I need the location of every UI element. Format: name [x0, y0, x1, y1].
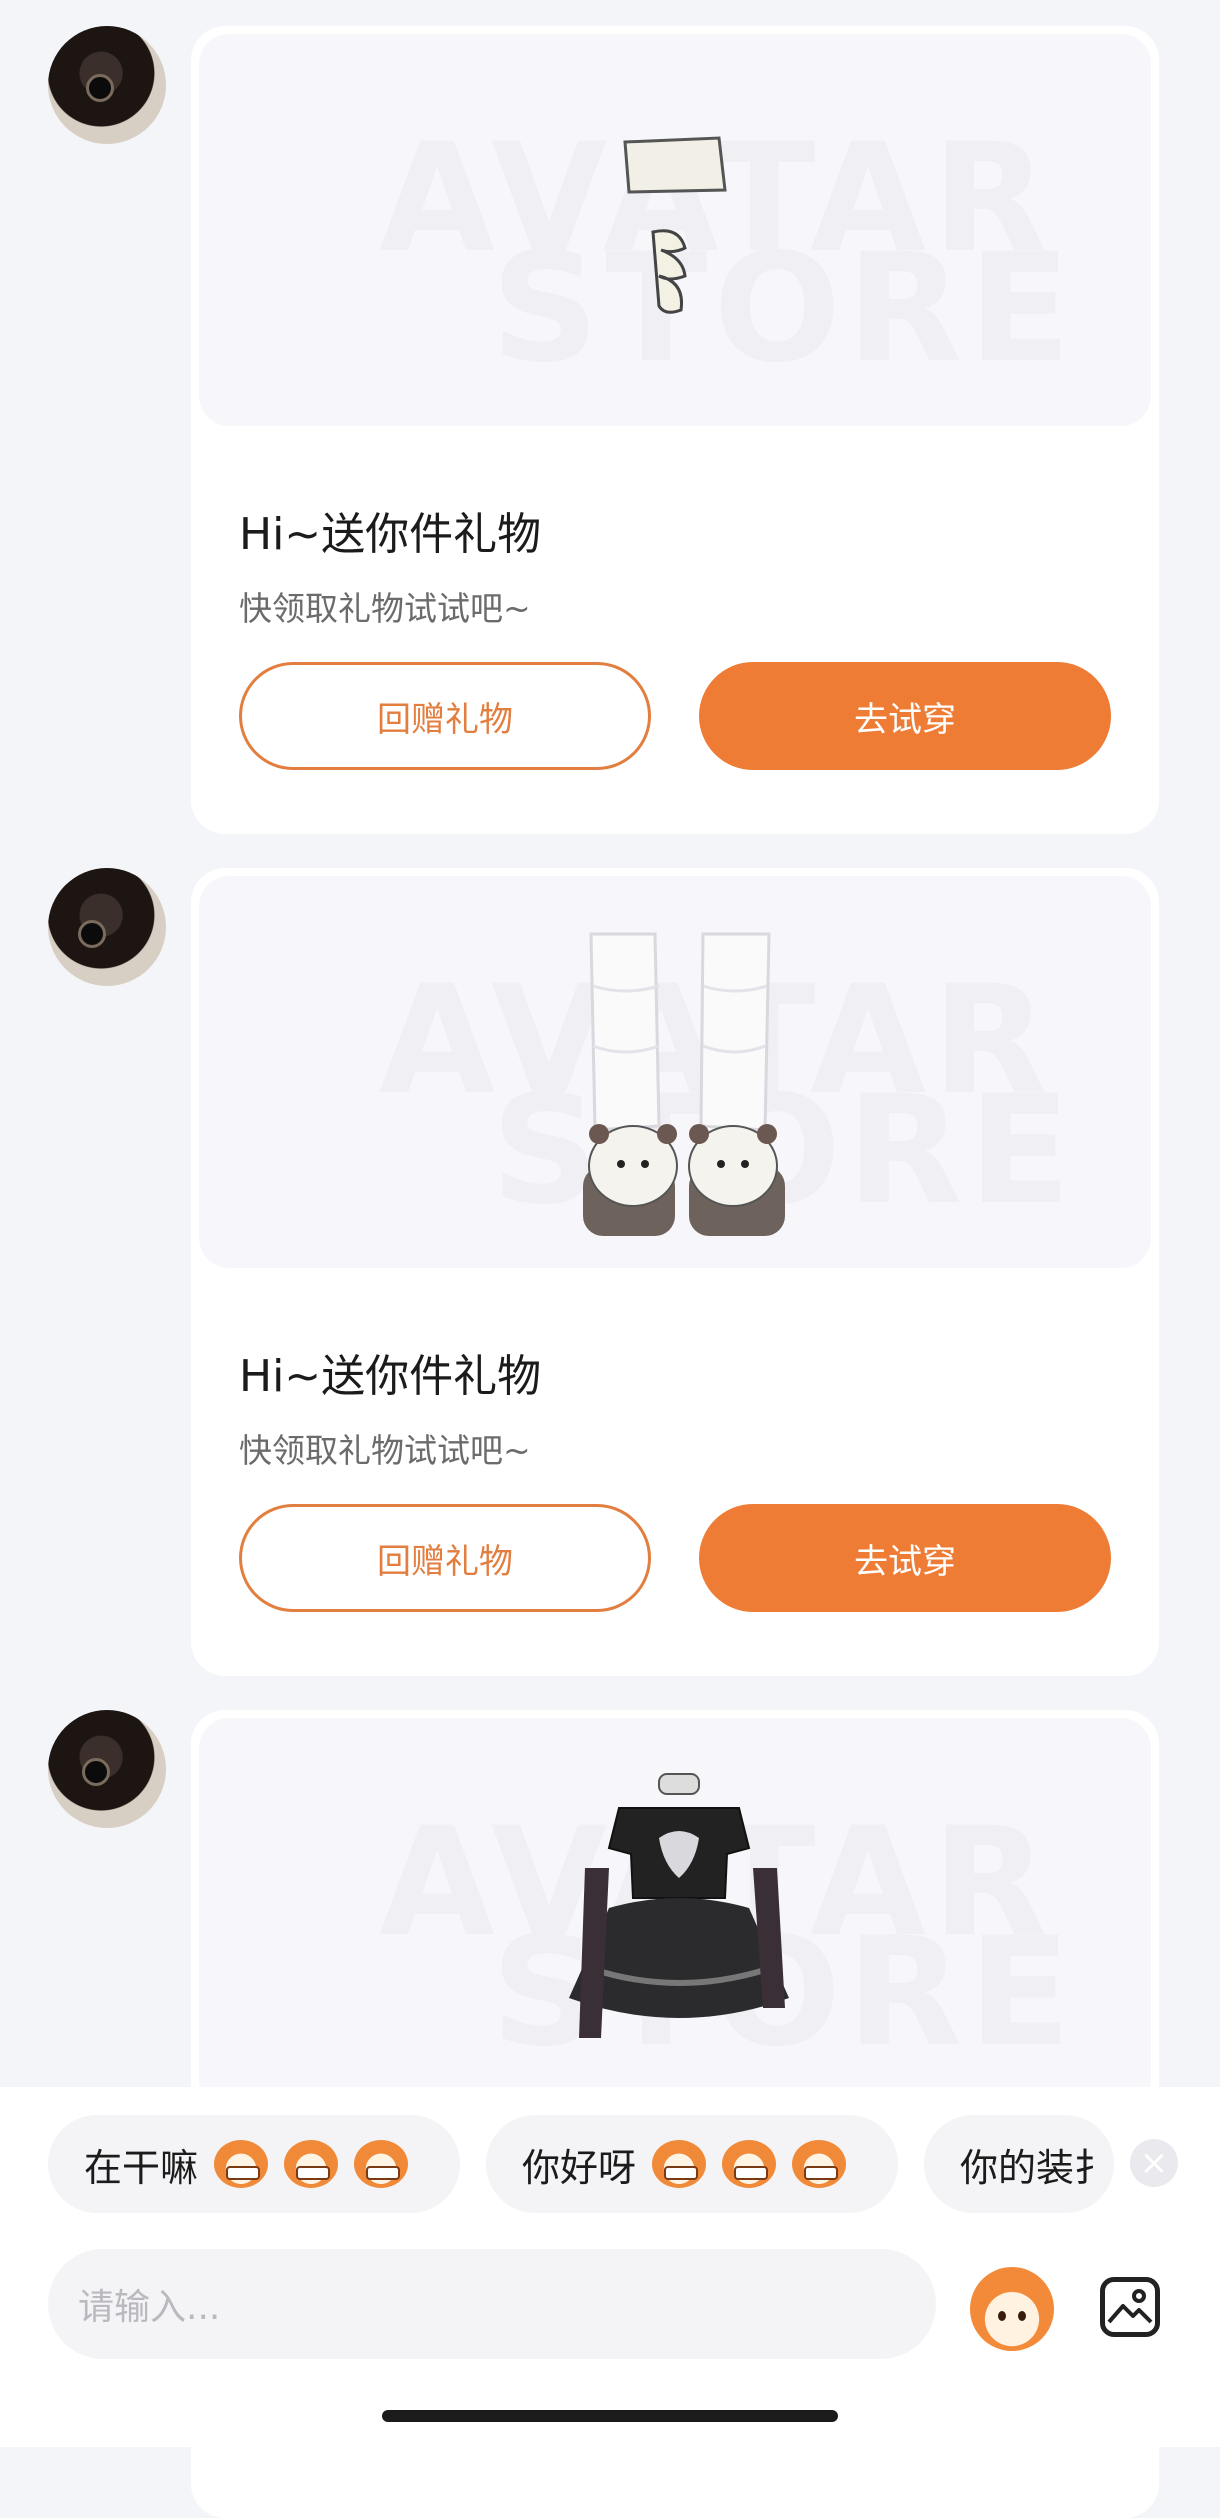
gift-subtitle: 快领取礼物试试吧~	[239, 1431, 531, 1470]
monkey-emoji-icon	[284, 2140, 339, 2188]
monkey-emoji-icon	[354, 2140, 409, 2188]
home-indicator[interactable]	[382, 2410, 838, 2422]
try-on-button[interactable]: 去试穿	[699, 662, 1111, 770]
return-gift-button[interactable]: 回赠礼物	[239, 662, 651, 770]
monkey-emoji-icon	[792, 2140, 847, 2188]
quick-reply-label: 在干嘛	[84, 2145, 199, 2190]
bottom-panel: 在干嘛 你好呀 你的装扌 × 请输入...	[0, 2087, 1220, 2447]
gift-image[interactable]: AVATAR STORE	[199, 34, 1151, 426]
quick-reply-chip[interactable]: 你的装扌	[924, 2115, 1114, 2213]
image-picker-icon[interactable]	[1100, 2277, 1160, 2337]
return-gift-button[interactable]: 回赠礼物	[239, 1504, 651, 1612]
gift-title: Hi~送你件礼物	[239, 509, 542, 560]
sender-avatar[interactable]	[48, 868, 166, 986]
gift-image[interactable]: AVATAR STORE	[199, 876, 1151, 1268]
close-quick-replies-icon[interactable]: ×	[1130, 2139, 1178, 2187]
shorts-and-socks-icon	[623, 136, 727, 314]
sender-avatar[interactable]	[48, 1710, 166, 1828]
black-lace-outfit-icon	[569, 1773, 789, 2038]
gift-image[interactable]: AVATAR STORE	[199, 1718, 1151, 2110]
monkey-emoji-icon	[722, 2140, 777, 2188]
message-input[interactable]: 请输入...	[48, 2249, 936, 2359]
leg-warmers-bear-shoes-icon	[583, 932, 785, 1236]
gift-card: AVATAR STORE Hi~送你件礼物 快领取礼物试试吧~ 回赠礼物 去试穿	[191, 26, 1159, 834]
gift-subtitle: 快领取礼物试试吧~	[239, 589, 531, 628]
quick-reply-chip[interactable]: 在干嘛	[48, 2115, 460, 2213]
quick-reply-label: 你的装扌	[960, 2145, 1113, 2190]
gift-card: AVATAR STORE Hi~送你件礼物 快领取礼物试试吧~ 回赠礼物 去试穿	[191, 868, 1159, 1676]
quick-reply-label: 你好呀	[522, 2145, 637, 2190]
quick-reply-chip[interactable]: 你好呀	[486, 2115, 898, 2213]
message-input-placeholder: 请输入...	[78, 2287, 221, 2328]
monkey-emoji-icon	[214, 2140, 269, 2188]
sender-avatar[interactable]	[48, 26, 166, 144]
monkey-emoji-icon	[652, 2140, 707, 2188]
gift-title: Hi~送你件礼物	[239, 1351, 542, 1402]
watermark-store: STORE	[491, 222, 1077, 396]
mascot-emoji-button-icon[interactable]	[970, 2267, 1054, 2351]
try-on-button[interactable]: 去试穿	[699, 1504, 1111, 1612]
